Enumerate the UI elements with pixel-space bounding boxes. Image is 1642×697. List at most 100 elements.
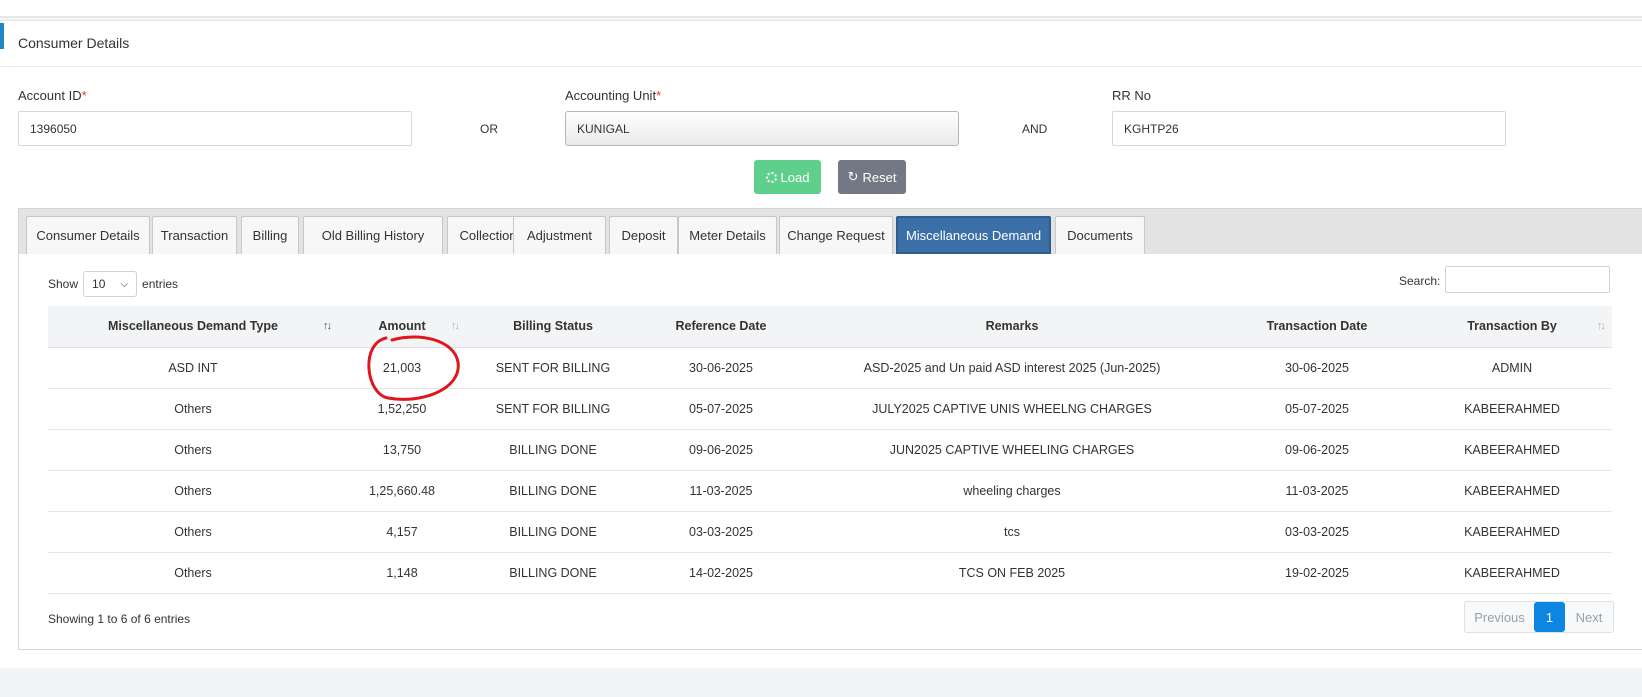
sort-asc-icon: ↑↓ [323, 320, 332, 332]
col-header-billing-status[interactable]: Billing Status [466, 306, 640, 348]
cell-remarks: tcs [802, 511, 1222, 553]
cell-billing-status: BILLING DONE [466, 429, 640, 471]
cell-transaction-by: KABEERAHMED [1412, 388, 1612, 430]
cell-transaction-date: 03-03-2025 [1222, 511, 1412, 553]
tab-old-billing-history[interactable]: Old Billing History [303, 216, 443, 254]
reset-button-label: Reset [862, 169, 897, 185]
top-bar [0, 0, 1642, 18]
tab-consumer-details[interactable]: Consumer Details [26, 216, 150, 254]
cell-transaction-by: KABEERAHMED [1412, 552, 1612, 594]
accounting-unit-select[interactable]: KUNIGAL [565, 111, 959, 146]
entries-label: entries [142, 277, 179, 291]
table-info: Showing 1 to 6 of 6 entries [48, 612, 191, 626]
previous-page-button[interactable]: Previous [1465, 602, 1534, 632]
refresh-icon: ↻ [847, 169, 859, 184]
sort-icon: ↑↓ [451, 320, 460, 332]
cell-demand-type: Others [48, 470, 338, 512]
cell-transaction-date: 09-06-2025 [1222, 429, 1412, 471]
cell-transaction-date: 05-07-2025 [1222, 388, 1412, 430]
cell-transaction-by: KABEERAHMED [1412, 470, 1612, 512]
cell-transaction-by: KABEERAHMED [1412, 511, 1612, 553]
cell-transaction-date: 30-06-2025 [1222, 347, 1412, 389]
search-input[interactable] [1445, 266, 1610, 293]
cell-demand-type: ASD INT [48, 347, 338, 389]
cell-transaction-date: 11-03-2025 [1222, 470, 1412, 512]
reset-button[interactable]: ↻ Reset [838, 160, 906, 194]
account-id-input[interactable]: 1396050 [18, 111, 412, 146]
cell-billing-status: BILLING DONE [466, 552, 640, 594]
tab-miscellaneous-demand[interactable]: Miscellaneous Demand [896, 216, 1051, 254]
cell-billing-status: BILLING DONE [466, 470, 640, 512]
col-header-amount[interactable]: Amount ↑↓ [338, 306, 466, 348]
cell-reference-date: 11-03-2025 [640, 470, 802, 512]
cell-amount: 1,25,660.48 [338, 470, 466, 512]
account-id-label: Account ID* [18, 88, 87, 103]
card-header: Consumer Details [0, 21, 1642, 67]
load-button[interactable]: Load [754, 160, 821, 194]
col-header-transaction-by[interactable]: Transaction By ↑↓ [1412, 306, 1612, 348]
cell-demand-type: Others [48, 552, 338, 594]
cell-reference-date: 09-06-2025 [640, 429, 802, 471]
show-entries-control: Show 10 ⌵ entries [48, 271, 178, 297]
cell-demand-type: Others [48, 511, 338, 553]
next-page-button[interactable]: Next [1565, 602, 1613, 632]
tab-meter-details[interactable]: Meter Details [678, 216, 777, 254]
tab-transaction[interactable]: Transaction [152, 216, 237, 254]
search-label: Search: [1399, 274, 1441, 288]
table-row: ASD INT 21,003 SENT FOR BILLING 30-06-20… [48, 347, 1612, 389]
cell-amount: 13,750 [338, 429, 466, 471]
cell-billing-status: SENT FOR BILLING [466, 388, 640, 430]
tab-documents[interactable]: Documents [1055, 216, 1145, 254]
chevron-down-icon: ⌵ [120, 278, 129, 290]
rr-no-input[interactable]: KGHTP26 [1112, 111, 1506, 146]
cell-billing-status: BILLING DONE [466, 511, 640, 553]
rr-no-label: RR No [1112, 88, 1152, 103]
cell-remarks: wheeling charges [802, 470, 1222, 512]
cell-amount: 1,148 [338, 552, 466, 594]
cell-remarks: JULY2025 CAPTIVE UNIS WHEELNG CHARGES [802, 388, 1222, 430]
header-accent-bar [0, 23, 4, 49]
cell-transaction-date: 19-02-2025 [1222, 552, 1412, 594]
cell-billing-status: SENT FOR BILLING [466, 347, 640, 389]
page-1-button[interactable]: 1 [1534, 602, 1565, 632]
tab-adjustment[interactable]: Adjustment [513, 216, 606, 254]
accounting-unit-value: KUNIGAL [577, 122, 630, 136]
tab-deposit[interactable]: Deposit [609, 216, 678, 254]
page-length-select[interactable]: 10 ⌵ [83, 271, 138, 297]
col-header-reference-date[interactable]: Reference Date [640, 306, 802, 348]
cell-amount: 21,003 [338, 347, 466, 389]
table-header-row: Miscellaneous Demand Type ↑↓ Amount ↑↓ Bil… [48, 306, 1612, 348]
account-id-value: 1396050 [30, 122, 77, 136]
tab-billing[interactable]: Billing [241, 216, 299, 254]
cell-reference-date: 30-06-2025 [640, 347, 802, 389]
tab-bar: Consumer Details Transaction Billing Old… [19, 209, 1642, 254]
rr-no-value: KGHTP26 [1124, 122, 1179, 136]
col-header-transaction-date[interactable]: Transaction Date [1222, 306, 1412, 348]
cell-reference-date: 03-03-2025 [640, 511, 802, 553]
table-row: Others 13,750 BILLING DONE 09-06-2025 JU… [48, 429, 1612, 471]
show-label: Show [48, 277, 79, 291]
spinner-icon [765, 171, 777, 183]
cell-remarks: JUN2025 CAPTIVE WHEELING CHARGES [802, 429, 1222, 471]
table-row: Others 1,52,250 SENT FOR BILLING 05-07-2… [48, 388, 1612, 430]
sort-icon: ↑↓ [1597, 320, 1606, 332]
table-row: Others 1,25,660.48 BILLING DONE 11-03-20… [48, 470, 1612, 512]
or-label: OR [480, 122, 498, 136]
pagination: Previous 1 Next [1464, 601, 1614, 633]
page-title: Consumer Details [18, 35, 130, 51]
load-button-label: Load [780, 169, 810, 185]
tab-change-request[interactable]: Change Request [779, 216, 893, 254]
cell-transaction-by: ADMIN [1412, 347, 1612, 389]
cell-remarks: ASD-2025 and Un paid ASD interest 2025 (… [802, 347, 1222, 389]
cell-reference-date: 05-07-2025 [640, 388, 802, 430]
col-header-demand-type[interactable]: Miscellaneous Demand Type ↑↓ [48, 306, 338, 348]
cell-transaction-by: KABEERAHMED [1412, 429, 1612, 471]
col-header-remarks[interactable]: Remarks [802, 306, 1222, 348]
and-label: AND [1022, 122, 1048, 136]
cell-demand-type: Others [48, 429, 338, 471]
accounting-unit-label: Accounting Unit* [565, 88, 662, 103]
table-row: Others 1,148 BILLING DONE 14-02-2025 TCS… [48, 552, 1612, 594]
misc-demand-table: Miscellaneous Demand Type ↑↓ Amount ↑↓ Bil… [48, 306, 1612, 594]
cell-amount: 1,52,250 [338, 388, 466, 430]
page-length-value: 10 [92, 277, 106, 291]
